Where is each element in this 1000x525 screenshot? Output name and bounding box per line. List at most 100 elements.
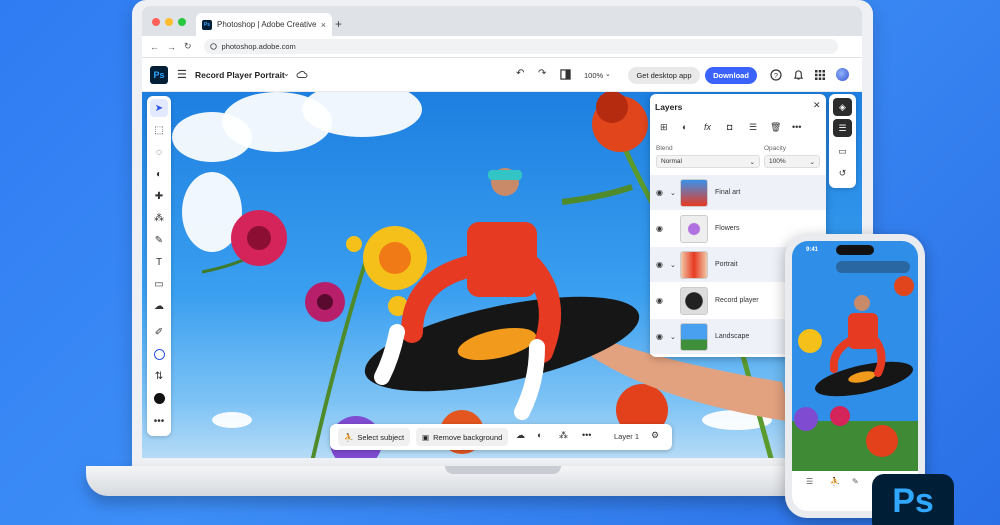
add-layer-icon[interactable]: ⊞ (660, 122, 668, 133)
chevron-down-icon: ⌄ (809, 158, 815, 166)
mask-icon[interactable]: ◘ (727, 122, 732, 132)
chevron-down-icon[interactable]: ⌄ (670, 261, 676, 269)
get-desktop-app-button[interactable]: Get desktop app (628, 67, 700, 84)
layer-thumbnail (680, 286, 708, 315)
clone-icon[interactable]: ⁂ (150, 209, 168, 227)
eye-icon[interactable]: ◉ (656, 296, 663, 305)
layer-thumbnail (680, 178, 708, 207)
comment-icon[interactable]: ▭ (833, 142, 852, 160)
opacity-select[interactable]: 100% ⌄ (764, 155, 820, 168)
layer-name: Flowers (715, 225, 740, 232)
opacity-label: Opacity (764, 145, 787, 152)
minimize-window-button[interactable] (165, 18, 173, 26)
redo-icon[interactable]: ↷ (538, 68, 546, 79)
close-window-button[interactable] (152, 18, 160, 26)
remove-background-label: Remove background (433, 432, 503, 442)
background-color-icon[interactable] (150, 389, 168, 407)
phone-select-icon[interactable]: ⛹ (830, 477, 840, 486)
right-panel-bar: ◈ ☰ ▭ ↺ (829, 94, 856, 188)
zoom-level[interactable]: 100% (584, 71, 603, 80)
shape-tool-icon[interactable]: ▭ (150, 275, 168, 293)
stack-icon[interactable]: ☰ (749, 122, 757, 133)
eye-icon[interactable]: ◉ (656, 188, 663, 197)
back-icon[interactable]: ← (150, 42, 159, 52)
zoom-chevron-icon[interactable]: ⌄ (605, 70, 611, 78)
compare-icon[interactable] (560, 69, 571, 80)
apps-grid-icon[interactable] (815, 70, 825, 80)
layer-thumbnail (680, 250, 708, 279)
type-tool-icon[interactable]: T (150, 253, 168, 271)
sparkle-icon[interactable]: ⁂ (559, 430, 568, 441)
eyedropper-icon[interactable]: ✐ (150, 323, 168, 341)
layer-selector[interactable]: Layer 1 (614, 432, 639, 441)
blend-mode-select[interactable]: Normal ⌄ (656, 155, 760, 168)
canvas[interactable]: ➤ ⬚ ◌ ◐ ✚ ⁂ ✎ T ▭ ☁ ✐ ⇅ ••• Layers ✕ ⊞ ◐… (142, 92, 862, 458)
download-button[interactable]: Download (705, 67, 757, 84)
reload-icon[interactable]: ↻ (184, 41, 192, 52)
phone-adjust-icon[interactable]: ☰ (806, 477, 813, 486)
properties-icon[interactable]: ☰ (833, 119, 852, 137)
cloud-sync-icon[interactable] (296, 70, 308, 79)
chevron-down-icon[interactable]: ⌄ (670, 189, 676, 197)
menu-icon[interactable]: ☰ (177, 68, 187, 81)
brush-icon[interactable]: ✎ (150, 231, 168, 249)
move-tool-icon[interactable]: ➤ (150, 99, 168, 117)
trash-icon[interactable]: 🗑 (770, 122, 781, 133)
eye-icon[interactable]: ◉ (656, 260, 663, 269)
quick-select-icon[interactable]: ◌ (150, 143, 168, 161)
tab-close-icon[interactable]: × (321, 20, 326, 30)
phone-artwork[interactable] (792, 241, 918, 511)
remove-background-button[interactable]: ▣ Remove background (416, 428, 509, 446)
adjustment-icon[interactable]: ◐ (150, 165, 168, 183)
more-icon[interactable]: ••• (582, 430, 591, 440)
effects-icon[interactable]: fx (704, 122, 711, 132)
tab-title: Photoshop | Adobe Creative C (217, 20, 316, 29)
foreground-color-icon[interactable] (150, 345, 168, 363)
layers-icon[interactable]: ◈ (833, 98, 852, 116)
sliders-icon[interactable]: ⚙ (651, 430, 659, 441)
phone-dynamic-island (836, 245, 874, 255)
browser-tab[interactable]: Ps Photoshop | Adobe Creative C × (196, 13, 332, 36)
more-tools-icon[interactable]: ••• (150, 412, 168, 430)
address-bar-row: ← → ↻ photoshop.adobe.com (142, 36, 862, 58)
forward-icon[interactable]: → (167, 42, 176, 52)
site-info-icon[interactable] (209, 43, 217, 50)
new-tab-button[interactable]: + (335, 17, 342, 31)
undo-icon[interactable]: ↶ (516, 68, 524, 79)
document-title[interactable]: Record Player Portrait (195, 70, 285, 80)
swap-colors-icon[interactable]: ⇅ (150, 367, 168, 385)
opacity-value: 100% (769, 158, 786, 165)
layer-name: Landscape (715, 333, 750, 340)
avatar[interactable] (836, 68, 849, 81)
generative-fill-icon[interactable]: ☁ (516, 430, 525, 441)
layer-row[interactable]: ◉ ⌄ Final art (650, 175, 826, 210)
image-icon: ▣ (422, 432, 430, 442)
chevron-down-icon[interactable]: ⌄ (670, 333, 676, 341)
bell-icon[interactable] (793, 69, 804, 81)
url-input[interactable]: photoshop.adobe.com (203, 39, 838, 54)
maximize-window-button[interactable] (178, 18, 186, 26)
close-icon[interactable]: ✕ (813, 100, 821, 111)
phone-brush-icon[interactable]: ✎ (852, 477, 859, 486)
eye-icon[interactable]: ◉ (656, 224, 663, 233)
person-icon: ⛹ (344, 432, 354, 442)
chevron-down-icon[interactable]: ⌄ (283, 69, 290, 78)
layers-panel-title: Layers (655, 102, 683, 112)
layer-name: Final art (715, 189, 741, 196)
generative-fill-icon[interactable]: ☁ (150, 297, 168, 315)
layer-thumbnail (680, 214, 708, 243)
photoshop-logo: Ps (150, 66, 168, 84)
adjustment-icon[interactable]: ◐ (537, 430, 542, 440)
help-icon[interactable]: ? (770, 69, 782, 81)
adjustment-layer-icon[interactable]: ◐ (682, 122, 687, 132)
ps-favicon-icon: Ps (202, 19, 212, 30)
select-subject-button[interactable]: ⛹ Select subject (338, 428, 411, 446)
layer-thumbnail (680, 322, 708, 351)
more-options-icon[interactable]: ••• (792, 122, 801, 132)
history-icon[interactable]: ↺ (833, 164, 852, 182)
laptop-screen: Ps Photoshop | Adobe Creative C × + ← → … (142, 6, 862, 458)
phone-screen: ☰ ⛹ ✎ (792, 241, 918, 511)
eye-icon[interactable]: ◉ (656, 332, 663, 341)
selection-tool-icon[interactable]: ⬚ (150, 121, 168, 139)
healing-icon[interactable]: ✚ (150, 187, 168, 205)
